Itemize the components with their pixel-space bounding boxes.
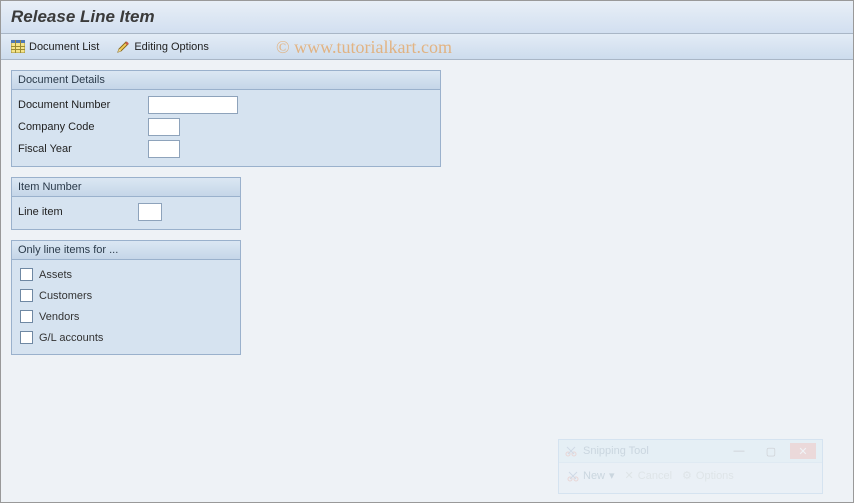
minimize-icon: — [726, 443, 752, 459]
groupbox-title: Document Details [12, 71, 440, 90]
groupbox-item-number: Item Number Line item [11, 177, 241, 230]
company-code-label: Company Code [18, 121, 148, 133]
fiscal-year-label: Fiscal Year [18, 143, 148, 155]
table-icon [11, 40, 25, 53]
snip-options-button: ⚙ Options [682, 469, 734, 482]
groupbox-title: Item Number [12, 178, 240, 197]
line-item-input[interactable] [138, 203, 162, 221]
checkbox-row-customers: Customers [14, 285, 238, 306]
assets-label: Assets [39, 269, 72, 281]
document-number-label: Document Number [18, 99, 148, 111]
field-row-company-code: Company Code [14, 116, 438, 138]
vendors-checkbox[interactable] [20, 310, 33, 323]
document-list-label: Document List [29, 41, 99, 53]
document-list-button[interactable]: Document List [11, 40, 99, 53]
snip-options-label: Options [696, 470, 734, 482]
editing-options-label: Editing Options [134, 41, 209, 53]
editing-options-button[interactable]: Editing Options [117, 40, 209, 53]
snip-cancel-label: Cancel [638, 470, 672, 482]
checkbox-row-assets: Assets [14, 264, 238, 285]
chevron-down-icon: ▾ [609, 469, 615, 482]
snip-new-button: New ▾ [567, 469, 615, 482]
gl-accounts-label: G/L accounts [39, 332, 103, 344]
page-title: Release Line Item [11, 7, 843, 27]
maximize-icon: ▢ [758, 443, 784, 459]
customers-checkbox[interactable] [20, 289, 33, 302]
scissors-icon [567, 470, 579, 482]
content-area: Document Details Document Number Company… [1, 60, 853, 375]
gl-accounts-checkbox[interactable] [20, 331, 33, 344]
customers-label: Customers [39, 290, 92, 302]
snipping-tool-title: Snipping Tool [583, 445, 720, 457]
vendors-label: Vendors [39, 311, 79, 323]
gear-icon: ⚙ [682, 469, 692, 482]
groupbox-only-line-items: Only line items for ... Assets Customers… [11, 240, 241, 355]
checkbox-row-vendors: Vendors [14, 306, 238, 327]
close-icon: ✕ [790, 443, 816, 459]
snip-cancel-button: ✕ Cancel [625, 469, 672, 482]
scissors-icon [565, 445, 577, 457]
field-row-line-item: Line item [14, 201, 238, 223]
snipping-tool-overlay: Snipping Tool — ▢ ✕ New ▾ ✕ Cancel ⚙ Opt… [558, 439, 823, 494]
toolbar: Document List Editing Options © www.tuto… [1, 34, 853, 60]
document-number-input[interactable] [148, 96, 238, 114]
field-row-document-number: Document Number [14, 94, 438, 116]
groupbox-title: Only line items for ... [12, 241, 240, 260]
line-item-label: Line item [18, 206, 138, 218]
assets-checkbox[interactable] [20, 268, 33, 281]
groupbox-document-details: Document Details Document Number Company… [11, 70, 441, 167]
pencil-icon [117, 40, 130, 53]
field-row-fiscal-year: Fiscal Year [14, 138, 438, 160]
cancel-icon: ✕ [625, 469, 634, 482]
window-titlebar: Release Line Item [1, 1, 853, 34]
checkbox-row-gl-accounts: G/L accounts [14, 327, 238, 348]
watermark-text: © www.tutorialkart.com [276, 37, 452, 58]
company-code-input[interactable] [148, 118, 180, 136]
fiscal-year-input[interactable] [148, 140, 180, 158]
snip-new-label: New [583, 470, 605, 482]
